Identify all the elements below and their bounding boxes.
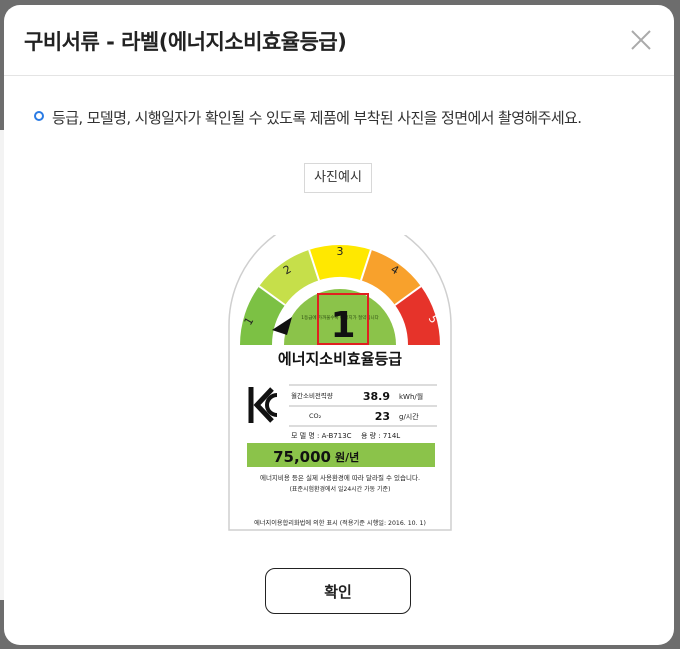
row-2-value: 23 <box>375 410 390 423</box>
modal-header: 구비서류 - 라벨(에너지소비효율등급) <box>4 5 674 76</box>
row-2-unit: g/시간 <box>399 412 419 421</box>
notice-label: 등급, 모델명, 시행일자가 확인될 수 있도록 제품에 부착된 사진을 정면에… <box>52 109 582 127</box>
label-heading: 에너지소비효율등급 <box>278 350 402 368</box>
capacity-text: 용 량 : 714L <box>361 432 400 440</box>
bullet-icon <box>34 111 44 121</box>
example-tag: 사진예시 <box>304 163 372 193</box>
current-grade: 1 <box>330 305 355 346</box>
model-text: 모 델 명 : A-B713C <box>291 431 352 440</box>
note-1: 에너지비용 등은 실제 사용환경에 따라 달라질 수 있습니다. <box>260 473 420 482</box>
modal-title: 구비서류 - 라벨(에너지소비효율등급) <box>24 30 347 54</box>
row-1-unit: kWh/월 <box>399 392 423 401</box>
grade-3-label: 3 <box>337 245 344 258</box>
notice-text: 등급, 모델명, 시행일자가 확인될 수 있도록 제품에 부착된 사진을 정면에… <box>34 107 582 128</box>
confirm-button[interactable]: 확인 <box>265 568 411 614</box>
cost-unit: 원/년 <box>335 450 359 464</box>
row-2-name: CO₂ <box>309 412 322 420</box>
row-1-name: 월간소비전력량 <box>291 391 333 400</box>
row-1-value: 38.9 <box>363 390 390 403</box>
cost-value: 75,000 <box>273 448 331 466</box>
label-document-modal: 구비서류 - 라벨(에너지소비효율등급) 등급, 모델명, 시행일자가 확인될 … <box>4 5 674 645</box>
note-2: (표준시험환경에서 일24시간 가동 기준) <box>290 485 391 493</box>
energy-label-image: 1 2 3 4 5 1등급에 가까울수록 에너지가 절약됩니다 1 에너지소비효… <box>227 213 453 532</box>
close-icon[interactable] <box>630 29 652 51</box>
label-footer: 에너지이용합리화법에 의한 표시 (적용기준 시행일: 2016. 10. 1) <box>254 519 426 527</box>
